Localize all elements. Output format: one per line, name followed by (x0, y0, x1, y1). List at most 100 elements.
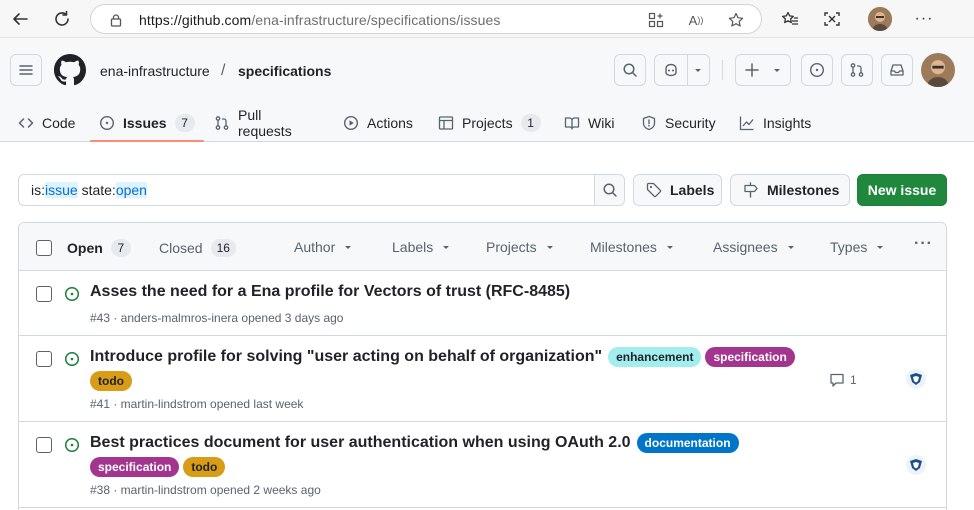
issue-title-row: Introduce profile for solving "user acti… (90, 347, 795, 367)
filter-label: Types (830, 239, 868, 255)
assignee-avatar[interactable] (906, 455, 926, 475)
copilot-button[interactable] (654, 54, 710, 86)
issue-opened-icon (64, 437, 80, 453)
chevron-down-icon[interactable] (693, 65, 703, 75)
projects-filter[interactable]: Projects (486, 239, 555, 255)
inbox-button[interactable] (881, 54, 913, 86)
graph-icon (739, 115, 755, 131)
issue-checkbox[interactable] (36, 437, 52, 453)
pull-requests-shortcut-button[interactable] (841, 54, 873, 86)
screenshot-icon[interactable] (820, 7, 844, 31)
issue-row[interactable]: Best practices document for user authent… (19, 422, 946, 508)
git-pull-request-icon (214, 115, 230, 131)
issue-row[interactable]: Asses the need for a Ena profile for Vec… (19, 271, 946, 336)
tab-security[interactable]: Security (641, 104, 716, 142)
filter-label: Labels (392, 239, 434, 255)
issue-row[interactable]: Introduce profile for solving "user acti… (19, 336, 946, 422)
issue-meta: #41 · martin-lindstrom opened last week (90, 397, 304, 411)
repo-name-link[interactable]: specifications (238, 63, 331, 79)
search-submit-button[interactable] (594, 174, 625, 206)
book-icon (564, 115, 580, 131)
open-label: Open (67, 240, 103, 256)
new-issue-button[interactable]: New issue (857, 174, 947, 206)
github-logo-icon[interactable] (54, 54, 86, 86)
chevron-down-icon (665, 242, 675, 252)
create-new-button[interactable] (735, 54, 791, 86)
comment-count: 1 (850, 373, 857, 387)
label-todo[interactable]: todo (183, 457, 226, 477)
comments-link[interactable]: 1 (829, 372, 857, 388)
select-all-checkbox[interactable] (36, 240, 52, 256)
more-options-icon[interactable]: ··· (914, 235, 933, 253)
issues-count-badge: 7 (174, 114, 195, 132)
refresh-icon[interactable] (50, 7, 74, 31)
issue-opened-icon (64, 286, 80, 302)
closed-label: Closed (159, 240, 203, 256)
assignees-filter[interactable]: Assignees (713, 239, 796, 255)
favorites-icon[interactable] (778, 7, 802, 31)
repo-header: ena-infrastructure / specifications Code… (0, 38, 974, 142)
table-icon (438, 115, 454, 131)
chevron-down-icon[interactable] (772, 65, 782, 75)
chevron-down-icon (875, 242, 885, 252)
tab-wiki[interactable]: Wiki (564, 104, 614, 142)
milestone-icon (743, 182, 759, 198)
labels-button[interactable]: Labels (633, 174, 722, 206)
issue-checkbox[interactable] (36, 351, 52, 367)
types-filter[interactable]: Types (830, 239, 885, 255)
milestones-filter[interactable]: Milestones (590, 239, 675, 255)
label-documentation[interactable]: documentation (636, 433, 739, 453)
label-enhancement[interactable]: enhancement (608, 347, 702, 367)
tab-projects[interactable]: Projects 1 (438, 104, 541, 142)
issue-checkbox[interactable] (36, 286, 52, 302)
label-specification[interactable]: specification (705, 347, 795, 367)
issue-meta: #38 · martin-lindstrom opened 2 weeks ag… (90, 483, 321, 497)
label-todo[interactable]: todo (90, 371, 132, 391)
hamburger-menu-icon[interactable] (10, 54, 42, 86)
assignee-avatar[interactable] (906, 369, 926, 389)
favorite-star-icon[interactable] (727, 11, 745, 29)
tab-insights[interactable]: Insights (739, 104, 811, 142)
issues-list-header: Open 7 Closed 16 Author Labels Projects … (19, 223, 946, 271)
code-icon (18, 115, 34, 131)
back-arrow-icon[interactable] (8, 7, 32, 31)
issues-search-input[interactable]: is:issue state:open (18, 174, 596, 206)
tab-code[interactable]: Code (18, 104, 75, 142)
labels-filter[interactable]: Labels (392, 239, 451, 255)
filter-label: Author (294, 239, 336, 255)
issue-title-link[interactable]: Best practices document for user authent… (90, 434, 631, 452)
filter-label: Projects (486, 239, 537, 255)
tab-actions[interactable]: Actions (343, 104, 413, 142)
chevron-down-icon (343, 242, 353, 252)
search-qualifier-key: is: (31, 182, 45, 198)
issue-title-link[interactable]: Introduce profile for solving "user acti… (90, 348, 602, 366)
milestones-button[interactable]: Milestones (730, 174, 850, 206)
browser-menu-icon[interactable]: ··· (912, 7, 936, 31)
tab-issues[interactable]: Issues 7 (90, 104, 204, 142)
label-specification[interactable]: specification (90, 457, 180, 477)
shield-icon (641, 115, 657, 131)
address-bar[interactable]: https://github.com/ena-infrastructure/sp… (90, 4, 762, 34)
tab-label: Security (665, 115, 716, 131)
user-avatar[interactable] (921, 53, 955, 87)
copilot-icon (663, 62, 679, 78)
search-qualifier-value: issue (45, 182, 78, 198)
browser-profile-avatar[interactable] (868, 7, 892, 31)
play-icon (343, 115, 359, 131)
repo-owner-link[interactable]: ena-infrastructure (100, 63, 210, 79)
issues-shortcut-button[interactable] (801, 54, 833, 86)
app-install-icon[interactable] (647, 11, 665, 29)
search-button[interactable] (614, 54, 646, 86)
search-qualifier-value: open (115, 182, 147, 198)
issue-title-link[interactable]: Asses the need for a Ena profile for Vec… (90, 283, 570, 301)
issue-opened-icon (99, 115, 115, 131)
closed-issues-toggle[interactable]: Closed 16 (159, 239, 236, 257)
read-aloud-icon[interactable]: A)) (687, 11, 705, 29)
tab-label: Issues (123, 115, 167, 131)
tab-pull-requests[interactable]: Pull requests (214, 104, 292, 142)
milestones-button-label: Milestones (767, 182, 840, 198)
author-filter[interactable]: Author (294, 239, 353, 255)
lock-icon[interactable] (107, 11, 125, 29)
open-issues-toggle[interactable]: Open 7 (67, 239, 131, 257)
tab-label: Code (42, 115, 76, 131)
